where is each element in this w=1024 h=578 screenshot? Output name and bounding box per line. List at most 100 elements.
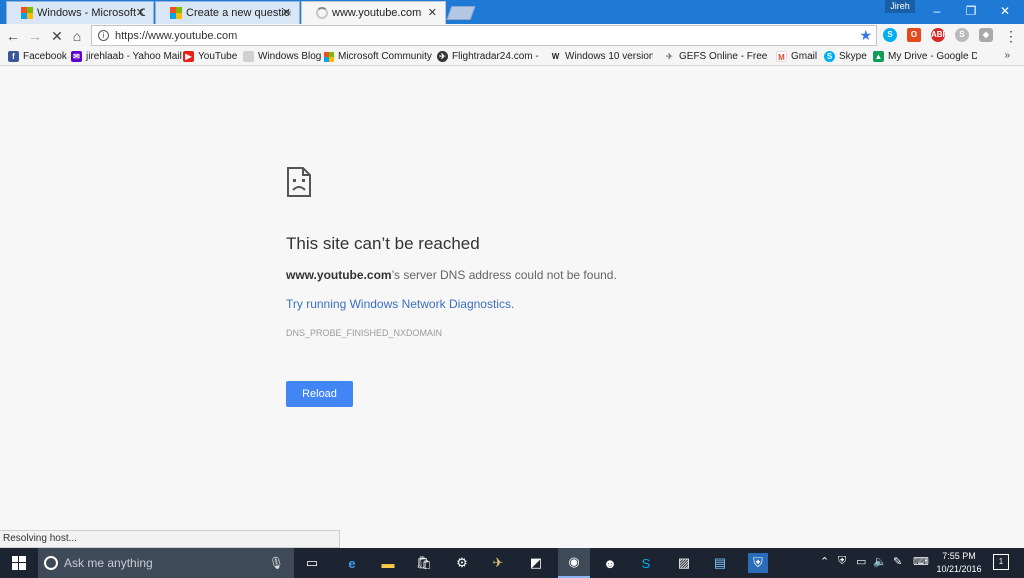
- taskbar: Ask me anything 🎙 ▭ e ▬ 🛍 ⚙ ✈ ◩ ◉ ☻ S ▨ …: [0, 548, 1024, 578]
- error-title: This site can’t be reached: [286, 234, 480, 253]
- tab-windows-microsoft[interactable]: Windows - Microsoft Co ✕: [6, 1, 154, 24]
- restore-button[interactable]: ❐: [954, 0, 988, 22]
- bookmark-star-icon[interactable]: ★: [859, 27, 872, 44]
- microphone-icon[interactable]: 🎙: [269, 556, 284, 570]
- office-extension-icon[interactable]: O: [907, 28, 921, 42]
- close-window-button[interactable]: ✕: [988, 0, 1022, 22]
- address-url[interactable]: https://www.youtube.com: [115, 30, 237, 42]
- clock-time: 7:55 PM: [942, 551, 976, 561]
- windows-logo-icon: [12, 556, 26, 570]
- stop-button[interactable]: ✕: [48, 27, 66, 45]
- sad-page-icon: [287, 167, 311, 197]
- info-icon[interactable]: i: [98, 30, 109, 41]
- bookmark-youtube[interactable]: ▶ YouTube: [183, 49, 237, 64]
- bookmark-label: Gmail: [791, 51, 818, 62]
- title-bar: Windows - Microsoft Co ✕ Create a new qu…: [0, 0, 1024, 24]
- taskbar-clock[interactable]: 7:55 PM 10/21/2016: [930, 550, 988, 576]
- new-tab-button[interactable]: [446, 6, 476, 20]
- facebook-icon: f: [8, 51, 19, 62]
- bookmark-microsoft-community[interactable]: Microsoft Community: [324, 49, 432, 64]
- loading-spinner-icon: [316, 7, 328, 19]
- error-domain: www.youtube.com: [286, 268, 392, 282]
- windows-blog-icon: [243, 51, 254, 62]
- bookmark-label: Facebook: [23, 51, 67, 62]
- app-icon-2[interactable]: ☻: [600, 553, 620, 573]
- bookmark-gmail[interactable]: M Gmail: [776, 49, 817, 64]
- adblock-plus-icon[interactable]: ABP: [931, 28, 948, 42]
- forward-button[interactable]: →: [26, 27, 44, 45]
- tab-create-question[interactable]: Create a new question o ✕: [155, 1, 300, 24]
- bookmark-label: My Drive - Google Dr: [888, 51, 977, 62]
- defender-tray-icon[interactable]: ⛨: [838, 555, 846, 568]
- keyboard-icon[interactable]: ⌨: [913, 555, 929, 568]
- home-button[interactable]: ⌂: [68, 27, 86, 45]
- wikipedia-icon: W: [551, 52, 560, 61]
- microsoft-logo-icon: [21, 7, 33, 19]
- close-tab-icon[interactable]: ✕: [428, 6, 437, 19]
- bookmark-skype[interactable]: S Skype: [824, 49, 867, 64]
- skype-gray-extension-icon[interactable]: S: [955, 28, 969, 42]
- cortana-search-box[interactable]: Ask me anything 🎙: [38, 548, 294, 578]
- youtube-icon: ▶: [183, 51, 194, 62]
- error-description: www.youtube.com’s server DNS address cou…: [286, 268, 617, 282]
- error-code: DNS_PROBE_FINISHED_NXDOMAIN: [286, 328, 443, 338]
- back-button[interactable]: ←: [4, 27, 22, 45]
- microsoft-logo-icon: [170, 7, 182, 19]
- app-icon[interactable]: ✈: [488, 553, 508, 573]
- contacts-app-icon[interactable]: ◩: [526, 553, 546, 573]
- file-explorer-icon[interactable]: ▬: [378, 553, 398, 573]
- bookmark-yahoo-mail[interactable]: ✉ jirehlaab - Yahoo Mail: [71, 49, 182, 64]
- pen-icon[interactable]: ✎: [893, 555, 902, 568]
- close-tab-icon[interactable]: ✕: [136, 6, 145, 19]
- app-icon-3[interactable]: ▤: [710, 553, 730, 573]
- network-diagnostics-link[interactable]: Try running Windows Network Diagnostics.: [286, 297, 514, 311]
- clock-date: 10/21/2016: [936, 564, 982, 574]
- tab-youtube[interactable]: www.youtube.com ✕: [301, 1, 446, 24]
- bookmark-google-drive[interactable]: ▲ My Drive - Google Dr: [873, 49, 977, 64]
- photos-icon[interactable]: ▨: [674, 553, 694, 573]
- menu-icon[interactable]: ⋮: [1002, 27, 1020, 45]
- bookmark-label: jirehlaab - Yahoo Mail: [86, 51, 182, 62]
- edge-browser-icon[interactable]: e: [342, 553, 362, 573]
- store-icon[interactable]: 🛍: [414, 553, 434, 573]
- skype-extension-icon[interactable]: S: [883, 28, 897, 42]
- start-button[interactable]: [0, 548, 38, 578]
- bookmark-label: Skype: [839, 51, 867, 62]
- address-bar[interactable]: i https://www.youtube.com ★: [91, 25, 877, 46]
- close-tab-icon[interactable]: ✕: [282, 6, 291, 19]
- chrome-icon[interactable]: ◉: [558, 548, 590, 578]
- action-center-icon[interactable]: 1: [993, 554, 1009, 570]
- bookmark-windows-blog[interactable]: Windows Blog: [243, 49, 321, 64]
- bookmark-facebook[interactable]: f Facebook: [8, 49, 67, 64]
- reload-button[interactable]: Reload: [286, 381, 353, 407]
- gefs-icon: ✈: [666, 52, 673, 61]
- flightradar-icon: ✈: [437, 51, 448, 62]
- search-placeholder: Ask me anything: [64, 556, 153, 570]
- profile-badge[interactable]: Jireh: [885, 0, 915, 13]
- bookmark-windows-10-version[interactable]: W Windows 10 version h: [550, 49, 653, 64]
- error-description-text: ’s server DNS address could not be found…: [391, 268, 617, 282]
- task-view-icon[interactable]: ▭: [302, 553, 322, 573]
- bookmark-gefs-online[interactable]: ✈ GEFS Online - Free Fl: [664, 49, 767, 64]
- bookmark-label: Flightradar24.com - L: [452, 51, 540, 62]
- tab-title: www.youtube.com: [332, 7, 422, 19]
- cortana-icon: [44, 556, 58, 570]
- minimize-button[interactable]: –: [920, 0, 954, 22]
- bookmark-flightradar24[interactable]: ✈ Flightradar24.com - L: [437, 49, 540, 64]
- bookmarks-overflow-icon[interactable]: »: [1004, 50, 1010, 61]
- bookmarks-bar: f Facebook ✉ jirehlaab - Yahoo Mail ▶ Yo…: [0, 47, 1024, 66]
- google-drive-icon: ▲: [873, 51, 884, 62]
- volume-icon[interactable]: 🔈: [873, 555, 887, 568]
- skype-taskbar-icon[interactable]: S: [636, 553, 656, 573]
- extension-icon[interactable]: ◆: [979, 28, 993, 42]
- bookmark-label: Windows Blog: [258, 51, 322, 62]
- network-icon[interactable]: ▭: [856, 555, 866, 568]
- show-hidden-icons-icon[interactable]: ⌃: [820, 555, 829, 568]
- tab-title: Create a new question o: [186, 7, 291, 19]
- bookmark-label: GEFS Online - Free Fl: [679, 51, 767, 62]
- settings-gear-icon[interactable]: ⚙: [452, 553, 472, 573]
- tab-title: Windows - Microsoft Co: [37, 7, 145, 19]
- bookmark-label: Microsoft Community: [338, 51, 432, 62]
- defender-icon[interactable]: ⛨: [748, 553, 768, 573]
- bookmark-label: YouTube: [198, 51, 238, 62]
